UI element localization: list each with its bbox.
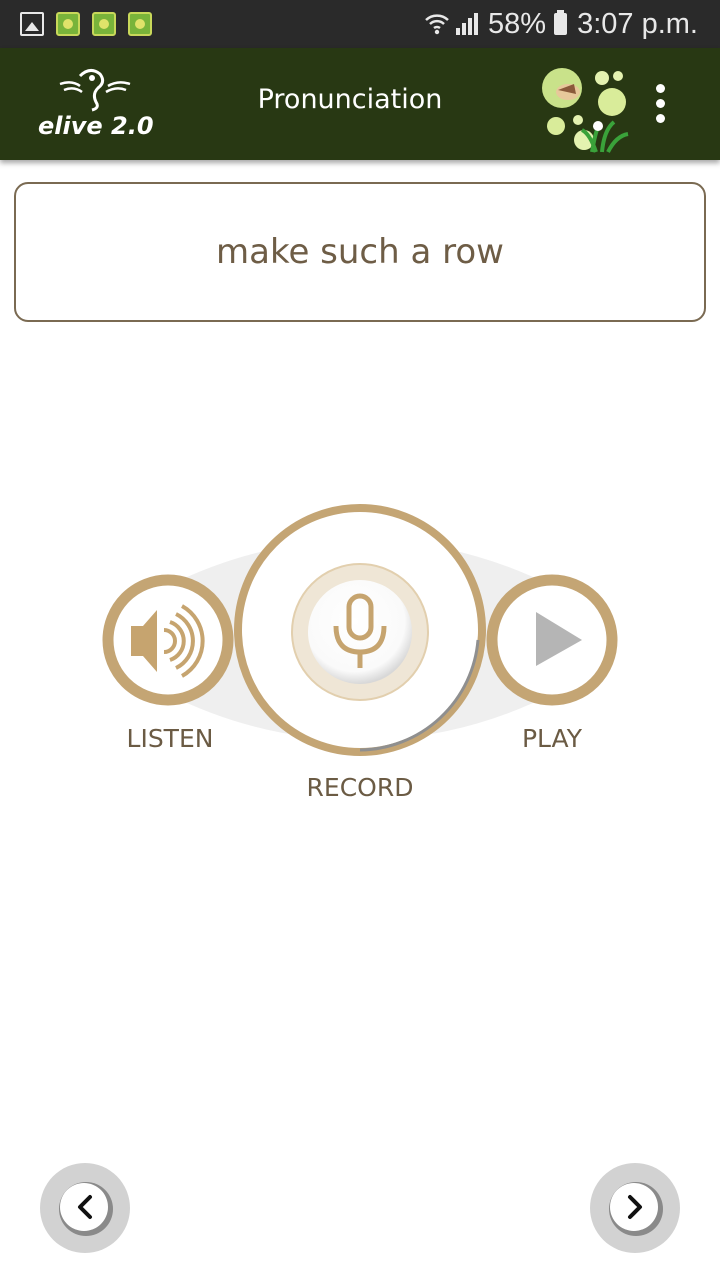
wifi-icon <box>425 14 449 35</box>
app-bar: elive 2.0 Pronunciation <box>0 48 720 160</box>
record-label: RECORD <box>306 773 414 802</box>
app-notification-icon <box>92 12 116 36</box>
phrase-text: make such a row <box>216 232 504 272</box>
record-button[interactable] <box>234 505 486 757</box>
seahorse-logo-icon <box>59 69 131 112</box>
play-button[interactable] <box>488 576 616 704</box>
phrase-card: make such a row <box>14 182 706 322</box>
battery-icon <box>554 10 568 35</box>
image-notification-icon <box>20 12 44 36</box>
listen-label: LISTEN <box>126 724 214 753</box>
app-logo: elive 2.0 <box>30 64 160 144</box>
page-title: Pronunciation <box>257 84 443 115</box>
status-bar-right: 58% 3:07 p.m. <box>424 6 698 42</box>
clock: 3:07 p.m. <box>577 8 698 40</box>
play-label: PLAY <box>521 724 582 753</box>
next-button[interactable] <box>590 1163 680 1253</box>
app-notification-icon <box>56 12 80 36</box>
battery-percentage: 58% <box>488 8 547 40</box>
signal-icon <box>456 13 479 35</box>
more-vertical-icon[interactable] <box>648 84 672 124</box>
mascot-bird-icon[interactable] <box>538 64 634 154</box>
app-notification-icon <box>128 12 152 36</box>
status-bar: 58% 3:07 p.m. <box>0 0 720 48</box>
previous-button[interactable] <box>40 1163 130 1253</box>
logo-text: elive 2.0 <box>38 112 154 140</box>
listen-button[interactable] <box>104 576 232 704</box>
